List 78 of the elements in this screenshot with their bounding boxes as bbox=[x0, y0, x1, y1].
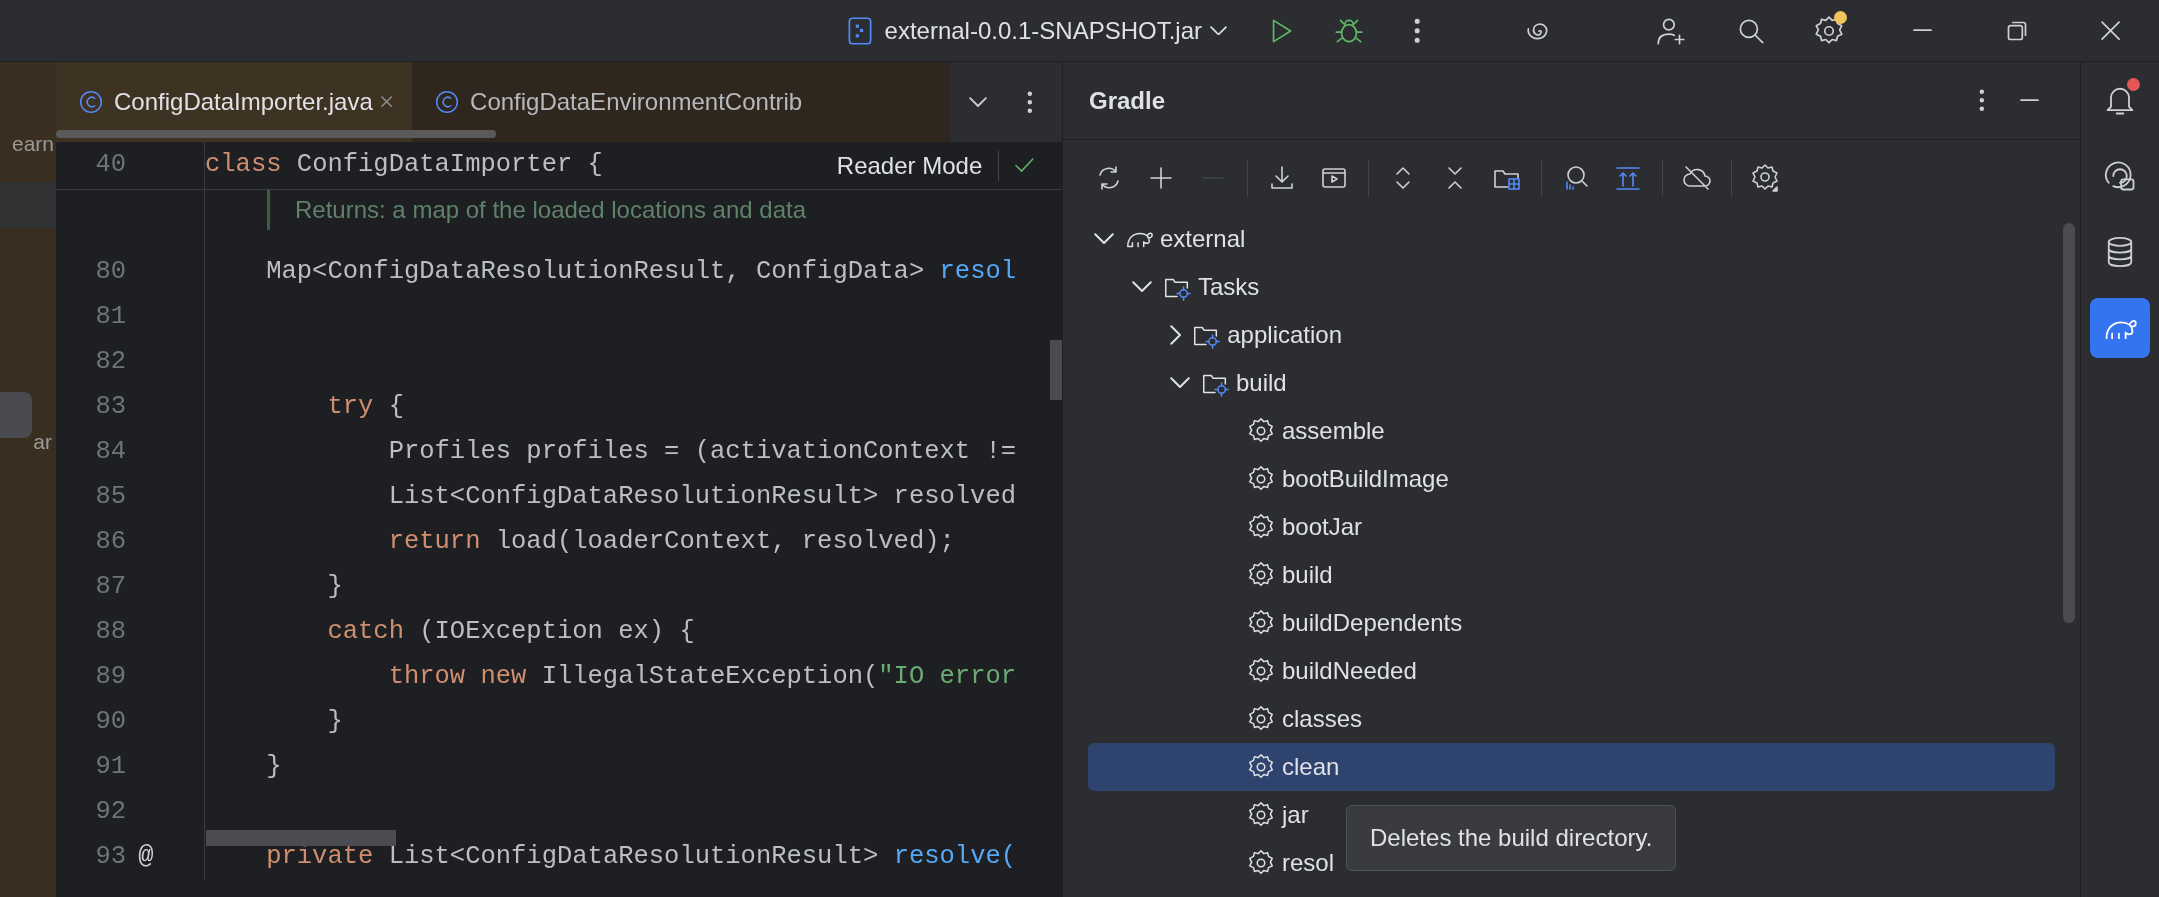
tree-item[interactable]: bootBuildImage bbox=[1088, 455, 1457, 503]
more-icon bbox=[1413, 17, 1421, 44]
line-number: 91 bbox=[94, 751, 126, 784]
line-number: 86 bbox=[94, 526, 126, 559]
code-token: List<ConfigDataResolutionResult> resolved bbox=[387, 481, 1017, 514]
elephant-tool-button[interactable] bbox=[2090, 298, 2150, 358]
tree-item-fragment: ar bbox=[33, 429, 52, 455]
run-config-selector[interactable]: external-0.0.1-SNAPSHOT.jar bbox=[842, 12, 1227, 49]
code-token: throw new bbox=[387, 661, 528, 694]
code-token: ConfigDataImporter { bbox=[296, 149, 603, 182]
editor-tab[interactable]: ConfigDataImporter.java bbox=[56, 62, 413, 142]
tree-item[interactable]: application bbox=[1088, 311, 1350, 359]
tree-item[interactable]: resol bbox=[1088, 839, 1343, 887]
editor-tab[interactable]: ConfigDataEnvironmentContrib bbox=[412, 62, 823, 142]
code-token: private bbox=[265, 841, 375, 874]
tooltip: Deletes the build directory. bbox=[1346, 805, 1677, 871]
tree-item[interactable]: build bbox=[1088, 359, 1295, 407]
tree-item[interactable]: buildNeeded bbox=[1088, 647, 1425, 695]
tree-item[interactable]: assemble bbox=[1088, 407, 1393, 455]
reader-mode-button[interactable]: Reader Mode bbox=[836, 147, 983, 184]
code-token: Profiles profiles = (activationContext != bbox=[387, 436, 1017, 469]
plus-icon bbox=[1150, 166, 1172, 189]
line-number: 93 bbox=[94, 841, 126, 874]
line-number: 83 bbox=[94, 391, 126, 424]
code-token: IllegalStateException( bbox=[541, 661, 879, 694]
check-icon bbox=[1015, 158, 1034, 173]
line-number: 40 bbox=[94, 149, 126, 182]
line-number: 84 bbox=[94, 436, 126, 469]
line-number: 80 bbox=[94, 256, 126, 289]
code-token: } bbox=[326, 706, 343, 739]
code-token: } bbox=[265, 751, 282, 784]
tree-item[interactable]: classes bbox=[1088, 695, 1371, 743]
doc-comment: Returns: a map of the loaded locations and data bbox=[295, 195, 806, 225]
close-icon bbox=[2101, 20, 2121, 41]
code-token: resolve( bbox=[893, 841, 1017, 874]
vertical-scrollbar[interactable] bbox=[1050, 340, 1062, 400]
line-number: 89 bbox=[94, 661, 126, 694]
more-icon bbox=[1027, 90, 1033, 114]
more-icon bbox=[1979, 89, 1985, 112]
tree-item[interactable]: Tasks bbox=[1088, 263, 1268, 311]
tab-scrollbar[interactable] bbox=[56, 130, 496, 138]
code-token: { bbox=[388, 391, 404, 424]
code-token: (IOException ex) { bbox=[419, 616, 695, 649]
tree-item[interactable]: buildDependents bbox=[1088, 599, 1471, 647]
code-token: load(loaderContext, resolved); bbox=[495, 526, 955, 559]
line-number: 90 bbox=[94, 706, 126, 739]
line-number: 82 bbox=[94, 346, 126, 379]
tree-item-fragment: earn bbox=[11, 131, 54, 157]
code-token: return bbox=[387, 526, 482, 559]
chevron-down-icon bbox=[969, 96, 987, 108]
code-token: List<ConfigDataResolutionResult> bbox=[388, 841, 880, 874]
panel-title: Gradle bbox=[1089, 85, 1166, 116]
vertical-scrollbar[interactable] bbox=[2063, 223, 2075, 623]
tree-item[interactable]: bootJar bbox=[1088, 503, 1371, 551]
code-token: try bbox=[326, 391, 375, 424]
code-token: "IO error bbox=[878, 661, 1017, 694]
tree-item[interactable]: build bbox=[1088, 551, 1341, 599]
tree-item[interactable]: clean bbox=[1088, 743, 2055, 791]
code-token: resol bbox=[939, 256, 1017, 289]
line-number: 85 bbox=[94, 481, 126, 514]
line-number: 88 bbox=[94, 616, 126, 649]
caret-icon bbox=[1210, 25, 1227, 36]
run-config-name: external-0.0.1-SNAPSHOT.jar bbox=[884, 15, 1202, 46]
code-token: } bbox=[326, 571, 343, 604]
line-number: 92 bbox=[94, 796, 126, 829]
hover-highlight bbox=[0, 392, 32, 438]
minimize-icon bbox=[1913, 28, 1933, 33]
close-icon bbox=[380, 96, 393, 108]
tree-item[interactable]: external bbox=[1088, 215, 1254, 263]
horizontal-scrollbar[interactable] bbox=[206, 830, 396, 846]
gutter-mark[interactable]: @ bbox=[126, 838, 166, 877]
code-token: Map<ConfigDataResolutionResult, ConfigData> bbox=[265, 256, 926, 289]
code-token: catch bbox=[326, 616, 405, 649]
code-token: class bbox=[205, 149, 283, 182]
line-number: 87 bbox=[94, 571, 126, 604]
minimize-icon bbox=[2020, 98, 2040, 103]
line-number: 81 bbox=[94, 301, 126, 334]
tree-item[interactable]: jar bbox=[1088, 791, 1317, 839]
